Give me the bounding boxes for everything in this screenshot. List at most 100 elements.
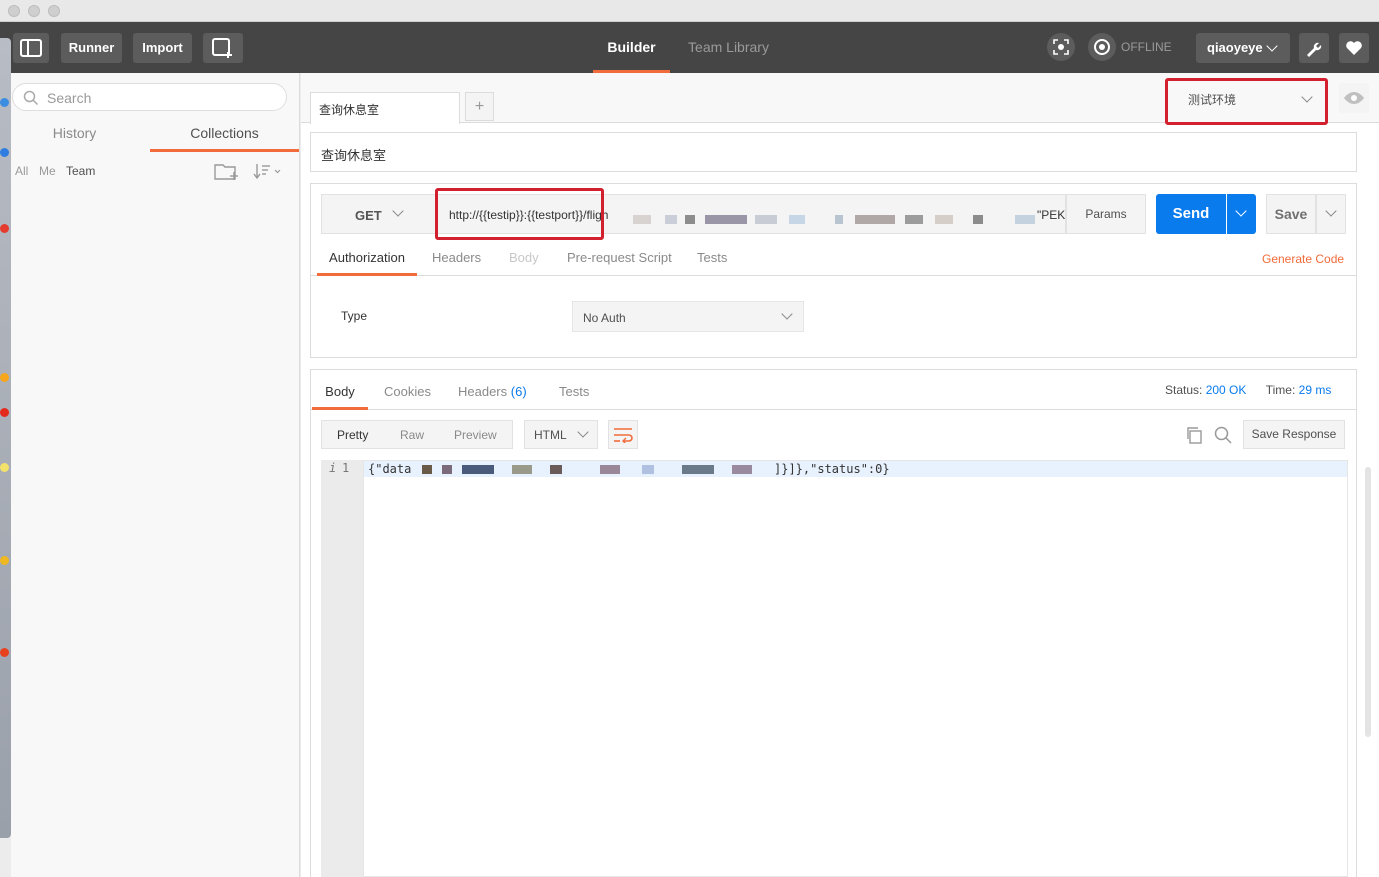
environment-value: 测试环境 xyxy=(1188,93,1237,107)
format-select[interactable]: HTML xyxy=(524,420,598,449)
send-button[interactable]: Send xyxy=(1156,194,1226,234)
sidebar-toggle-icon xyxy=(20,39,42,57)
filter-me[interactable]: Me xyxy=(39,164,56,178)
request-tab[interactable]: 查询休息室 xyxy=(310,92,460,124)
zoom-window-button[interactable] xyxy=(48,5,60,17)
redacted-text xyxy=(935,215,953,224)
save-options-button[interactable] xyxy=(1316,194,1346,234)
minimize-window-button[interactable] xyxy=(28,5,40,17)
filter-team[interactable]: Team xyxy=(66,164,95,178)
search-placeholder: Search xyxy=(47,90,92,106)
tab-body[interactable]: Body xyxy=(509,250,539,265)
chevron-down-icon xyxy=(1266,40,1278,52)
redacted-text xyxy=(732,465,752,474)
chevron-down-icon xyxy=(1301,91,1313,103)
wrap-lines-icon xyxy=(614,428,633,445)
view-raw-button[interactable]: Raw xyxy=(400,428,424,442)
search-icon[interactable] xyxy=(1214,426,1232,444)
tab-history[interactable]: History xyxy=(11,119,138,152)
response-tab-headers-label: Headers xyxy=(458,384,508,399)
request-tab-label: 查询休息室 xyxy=(319,103,380,117)
tab-authorization[interactable]: Authorization xyxy=(317,250,417,276)
new-window-icon xyxy=(212,38,232,58)
search-field[interactable]: Search xyxy=(12,83,287,111)
tab-builder[interactable]: Builder xyxy=(593,22,670,73)
heart-icon xyxy=(1346,41,1362,55)
redacted-text xyxy=(1015,215,1035,224)
dock-app-icon xyxy=(0,148,9,157)
response-status: Status: 200 OK Time: 29 ms xyxy=(1165,383,1331,397)
desktop-dock-edge xyxy=(0,38,11,838)
redacted-text xyxy=(550,465,562,474)
redacted-text xyxy=(682,465,714,474)
filter-all[interactable]: All xyxy=(15,164,28,178)
new-tab-button[interactable]: + xyxy=(465,92,494,121)
auth-type-select[interactable]: No Auth xyxy=(572,301,804,332)
close-window-button[interactable] xyxy=(8,5,20,17)
request-name-field[interactable]: 查询休息室 xyxy=(310,132,1357,172)
response-tab-cookies[interactable]: Cookies xyxy=(384,384,431,399)
support-button[interactable] xyxy=(1339,33,1369,63)
redacted-text xyxy=(462,465,494,474)
import-button[interactable]: Import xyxy=(133,33,192,63)
status-value: 200 OK xyxy=(1205,383,1247,397)
window-title-bar xyxy=(0,0,1379,22)
response-headers-count: (6) xyxy=(510,384,527,399)
builder-main: 查询休息室 + 测试环境 查询休息室 GET http://{{testip}}… xyxy=(301,73,1379,877)
environment-quick-look-button[interactable] xyxy=(1339,83,1369,113)
wrap-lines-button[interactable] xyxy=(608,420,638,449)
redacted-text xyxy=(835,215,843,224)
new-collection-icon[interactable] xyxy=(214,161,240,181)
redacted-text xyxy=(442,465,452,474)
response-tab-tests[interactable]: Tests xyxy=(559,384,589,399)
toggle-sidebar-button[interactable] xyxy=(13,33,49,63)
editor-scrollbar[interactable] xyxy=(1363,463,1373,877)
app-header: Runner Import Builder Team Library OFFLI… xyxy=(0,22,1379,73)
tab-headers[interactable]: Headers xyxy=(432,250,481,265)
redacted-text xyxy=(905,215,923,224)
dock-app-icon xyxy=(0,98,9,107)
redacted-text xyxy=(600,465,620,474)
redacted-text xyxy=(789,215,805,224)
sort-icon[interactable] xyxy=(253,162,283,180)
request-name: 查询休息室 xyxy=(321,148,387,163)
method-select[interactable]: GET xyxy=(321,194,436,234)
eye-icon xyxy=(1344,92,1364,104)
scrollbar-thumb[interactable] xyxy=(1365,467,1371,737)
chevron-down-icon xyxy=(1235,205,1247,217)
dock-app-icon xyxy=(0,463,9,472)
save-button[interactable]: Save xyxy=(1266,194,1316,234)
interceptor-button[interactable] xyxy=(1047,33,1075,61)
user-menu-button[interactable]: qiaoyeye xyxy=(1196,33,1290,63)
redacted-text xyxy=(685,215,695,224)
response-tab-headers[interactable]: Headers (6) xyxy=(458,384,527,399)
copy-icon[interactable] xyxy=(1185,426,1203,444)
tab-pre-request-script[interactable]: Pre-request Script xyxy=(567,250,672,265)
view-preview-button[interactable]: Preview xyxy=(454,428,497,442)
response-tab-body[interactable]: Body xyxy=(312,384,368,410)
redacted-text xyxy=(705,215,747,224)
code-text-end: ]}]},"status":0} xyxy=(774,462,890,476)
new-window-button[interactable] xyxy=(203,33,243,63)
line-info-marker: i xyxy=(329,461,337,475)
send-options-button[interactable] xyxy=(1227,194,1256,234)
redacted-text xyxy=(973,215,983,224)
auth-type-value: No Auth xyxy=(583,311,626,325)
view-mode-group: Pretty Raw Preview xyxy=(321,420,513,449)
redacted-text xyxy=(512,465,532,474)
sync-status-button[interactable] xyxy=(1088,33,1116,61)
generate-code-link[interactable]: Generate Code xyxy=(1262,252,1344,266)
view-pretty-button[interactable]: Pretty xyxy=(337,428,368,442)
tab-collections[interactable]: Collections xyxy=(150,119,299,152)
dock-app-icon xyxy=(0,224,9,233)
save-response-button[interactable]: Save Response xyxy=(1243,420,1345,449)
runner-button[interactable]: Runner xyxy=(61,33,122,63)
settings-button[interactable] xyxy=(1299,33,1329,63)
environment-select[interactable]: 测试环境 xyxy=(1175,83,1323,118)
response-body-editor[interactable]: {"data ]}]},"status":0} xyxy=(363,460,1348,877)
status-label: Status: xyxy=(1165,383,1203,397)
params-button[interactable]: Params xyxy=(1066,194,1146,234)
chevron-down-icon xyxy=(392,205,404,217)
tab-tests[interactable]: Tests xyxy=(697,250,727,265)
tab-team-library[interactable]: Team Library xyxy=(676,22,781,73)
